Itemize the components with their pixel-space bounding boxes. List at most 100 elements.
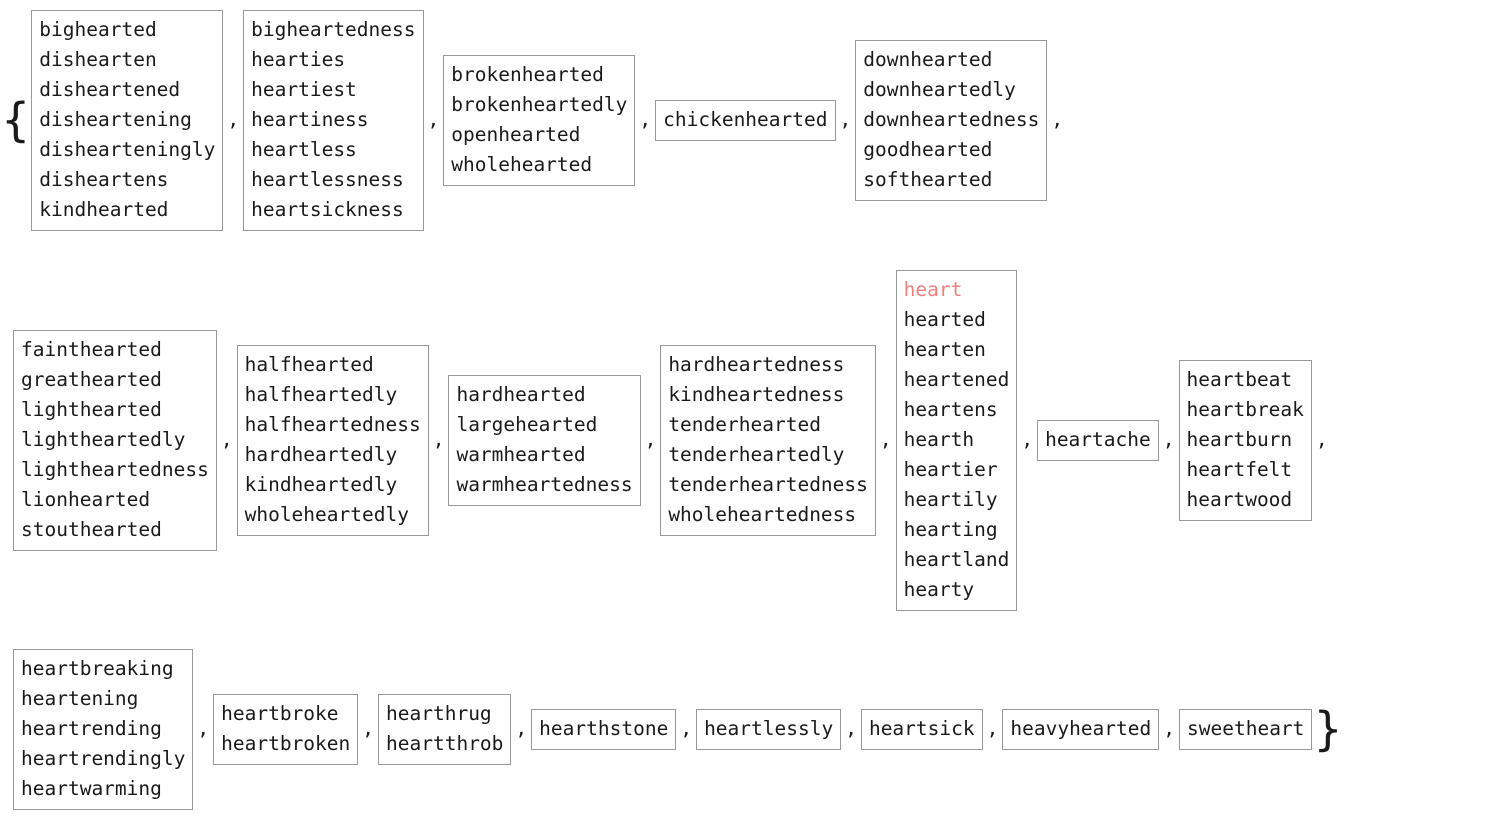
separator-comma: , bbox=[680, 717, 693, 740]
word-item: warmhearted bbox=[456, 442, 586, 466]
word-item: heartthrob bbox=[386, 731, 504, 755]
word-group-box[interactable]: heart hearted hearten heartened heartens hear… bbox=[895, 269, 1018, 611]
word-item: brokenhearted bbox=[451, 62, 604, 86]
word-item: heartless bbox=[251, 137, 357, 161]
word-item: heartburn bbox=[1186, 427, 1293, 451]
separator-comma: , bbox=[1051, 108, 1064, 131]
word-item: heartbreak bbox=[1186, 397, 1304, 421]
highlighted-word: heart bbox=[903, 277, 963, 301]
separator-comma: , bbox=[644, 428, 657, 451]
word-item: heartrending bbox=[21, 716, 162, 740]
word-item: stouthearted bbox=[21, 517, 162, 541]
word-item: heartsickness bbox=[251, 197, 404, 221]
word-item: goodhearted bbox=[863, 137, 993, 161]
separator-comma: , bbox=[515, 717, 528, 740]
word-group-box[interactable]: hearthstone bbox=[531, 708, 677, 750]
word-group-box[interactable]: heavyhearted bbox=[1002, 708, 1160, 750]
word-item: bighearted bbox=[39, 17, 157, 41]
word-item: lightheartedly bbox=[21, 427, 186, 451]
word-item: heartening bbox=[21, 686, 139, 710]
word-item: hearty bbox=[903, 577, 975, 601]
word-item: downhearted bbox=[863, 47, 993, 71]
open-brace: { bbox=[1, 93, 31, 147]
word-item: kindheartedness bbox=[668, 382, 845, 406]
word-item: heartbroken bbox=[221, 731, 351, 755]
word-item: heartier bbox=[903, 457, 998, 481]
separator-comma: , bbox=[639, 108, 652, 131]
word-item: heartily bbox=[903, 487, 998, 511]
word-item: downheartedly bbox=[863, 77, 1016, 101]
word-group-box[interactable]: bigheartedness hearties heartiest heartines… bbox=[243, 9, 424, 231]
word-item: wholehearted bbox=[451, 152, 593, 176]
word-item: hearth bbox=[903, 427, 975, 451]
word-item: tenderhearted bbox=[668, 412, 821, 436]
word-item: tenderheartedness bbox=[668, 472, 868, 496]
separator-comma: , bbox=[1021, 428, 1034, 451]
word-item: lighthearted bbox=[21, 397, 162, 421]
separator-comma: , bbox=[227, 108, 240, 131]
word-group-box[interactable]: hardhearted largehearted warmhearted warmhe… bbox=[448, 374, 641, 506]
word-item: halfhearted bbox=[244, 352, 374, 376]
word-item: kindheartedly bbox=[244, 472, 398, 496]
word-item: heartache bbox=[1045, 427, 1151, 451]
word-family-canvas: {bighearted dishearten disheartened dishear… bbox=[0, 0, 1500, 818]
word-group-box[interactable]: heartlessly bbox=[696, 708, 842, 750]
word-group-box[interactable]: heartache bbox=[1037, 419, 1159, 461]
word-item: dishearten bbox=[39, 47, 157, 71]
word-item: hearten bbox=[903, 337, 986, 361]
separator-comma: , bbox=[432, 428, 445, 451]
word-item: fainthearted bbox=[21, 337, 162, 361]
word-item: heartlessness bbox=[251, 167, 404, 191]
word-group-box[interactable]: sweetheart bbox=[1179, 708, 1313, 750]
word-item: wholeheartedly bbox=[244, 502, 409, 526]
separator-comma: , bbox=[362, 717, 375, 740]
word-group-row: heartbreaking heartening heartrending heart… bbox=[0, 640, 1500, 818]
word-item: lionhearted bbox=[21, 487, 151, 511]
word-item: hardheartedly bbox=[244, 442, 398, 466]
separator-comma: , bbox=[1163, 717, 1176, 740]
word-item: heartened bbox=[903, 367, 1010, 391]
word-group-row: {bighearted dishearten disheartened dishear… bbox=[0, 0, 1500, 240]
word-item: heartbroke bbox=[221, 701, 339, 725]
word-item: heartlessly bbox=[704, 716, 834, 740]
separator-comma: , bbox=[839, 108, 852, 131]
close-brace: } bbox=[1313, 702, 1343, 756]
word-item: brokenheartedly bbox=[451, 92, 628, 116]
word-item: softhearted bbox=[863, 167, 993, 191]
word-group-box[interactable]: bighearted dishearten disheartened disheart… bbox=[31, 9, 224, 231]
word-item: heartens bbox=[903, 397, 998, 421]
word-group-box[interactable]: brokenhearted brokenheartedly openhearted w… bbox=[443, 54, 636, 186]
word-group-box[interactable]: downhearted downheartedly downheartedness g… bbox=[855, 39, 1048, 201]
word-group-box[interactable]: heartbreaking heartening heartrending heart… bbox=[13, 648, 194, 810]
word-item: heartbeat bbox=[1186, 367, 1293, 391]
word-group-box[interactable]: hearthrug heartthrob bbox=[378, 693, 512, 765]
separator-comma: , bbox=[1162, 428, 1175, 451]
word-item: heartwarming bbox=[21, 776, 162, 800]
word-item: heartiest bbox=[251, 77, 357, 101]
word-item: halfheartedness bbox=[244, 412, 421, 436]
word-item: hearthstone bbox=[539, 716, 669, 740]
word-item: warmheartedness bbox=[456, 472, 633, 496]
word-group-box[interactable]: heartsick bbox=[860, 708, 983, 750]
word-group-box[interactable]: heartbeat heartbreak heartburn heartfelt hea… bbox=[1178, 359, 1312, 521]
word-item: kindhearted bbox=[39, 197, 169, 221]
word-item: hardheartedness bbox=[668, 352, 845, 376]
word-group-box[interactable]: heartbroke heartbroken bbox=[213, 693, 359, 765]
separator-comma: , bbox=[197, 717, 210, 740]
word-group-box[interactable]: hardheartedness kindheartedness tenderhear… bbox=[660, 344, 876, 536]
word-item: disheartening bbox=[39, 107, 192, 131]
word-item: openhearted bbox=[451, 122, 581, 146]
word-item: heartfelt bbox=[1186, 457, 1293, 481]
word-item: bigheartedness bbox=[251, 17, 416, 41]
word-item: wholeheartedness bbox=[668, 502, 857, 526]
word-group-box[interactable]: halfhearted halfheartedly halfheartedness h… bbox=[236, 344, 429, 536]
word-group-box[interactable]: chickenhearted bbox=[655, 99, 836, 141]
separator-comma: , bbox=[1315, 428, 1328, 451]
separator-comma: , bbox=[879, 428, 892, 451]
separator-comma: , bbox=[427, 108, 440, 131]
word-item: hearties bbox=[251, 47, 346, 71]
separator-comma: , bbox=[220, 428, 233, 451]
word-item: hearted bbox=[903, 307, 986, 331]
separator-comma: , bbox=[986, 717, 999, 740]
word-group-box[interactable]: fainthearted greathearted lighthearted ligh… bbox=[13, 329, 217, 551]
